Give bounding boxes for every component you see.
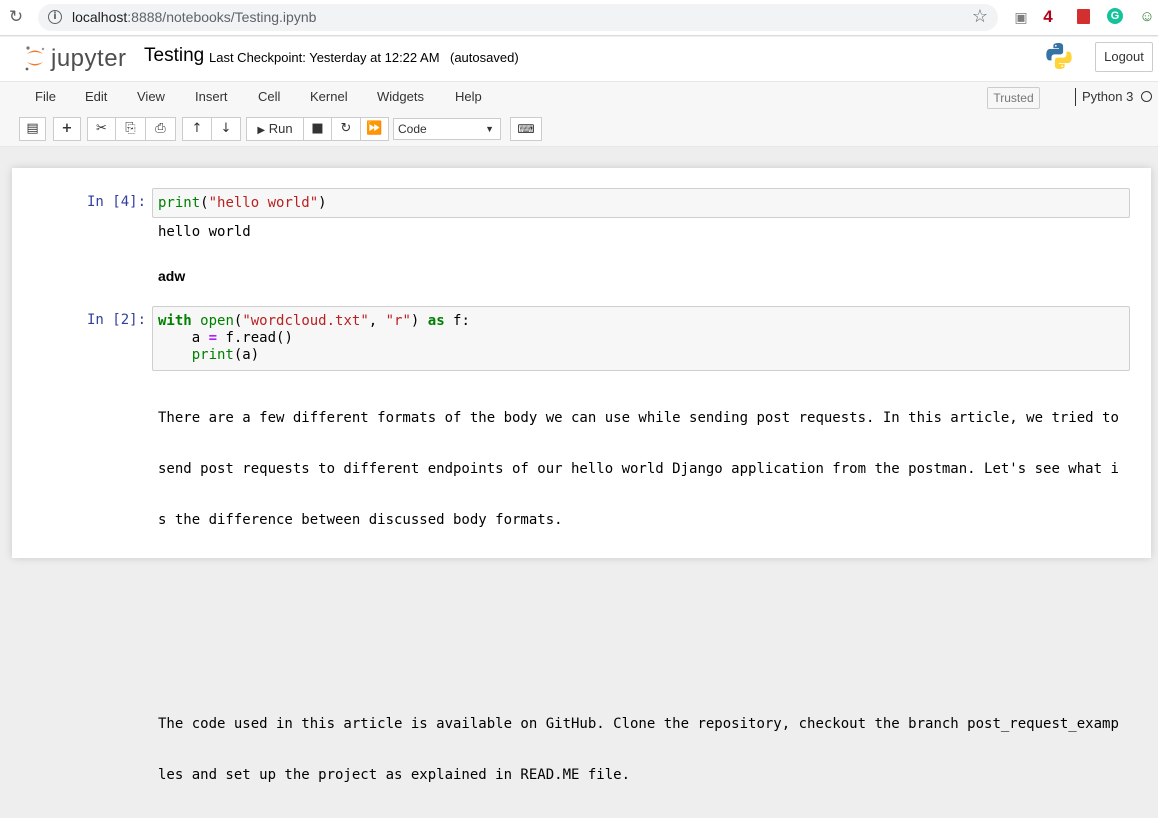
menu-cell[interactable]: Cell [258, 89, 280, 104]
code-line[interactable]: a = f.read() [158, 330, 293, 347]
output-line: The code used in this article is availab… [158, 716, 1119, 732]
cell-type-select[interactable]: Code ▼ [393, 118, 501, 140]
code-line[interactable]: print("hello world") [158, 195, 327, 212]
bookmark-star-icon[interactable]: ☆ [972, 6, 988, 27]
menu-edit[interactable]: Edit [85, 89, 107, 104]
camera-icon[interactable]: ▣ [1012, 8, 1030, 26]
extension-badge[interactable]: 4 [1040, 8, 1056, 26]
reload-icon[interactable]: ↻ [6, 7, 26, 27]
keyboard-icon[interactable]: ⌨ [510, 117, 542, 141]
output-line: send post requests to different endpoint… [158, 461, 1119, 477]
autosave-status: (autosaved) [450, 50, 519, 65]
jupyter-logo-icon [25, 46, 45, 71]
logout-button[interactable]: Logout [1095, 42, 1153, 72]
code-line[interactable]: print(a) [158, 347, 259, 364]
cut-icon[interactable]: ✂ [87, 117, 116, 141]
menu-insert[interactable]: Insert [195, 89, 228, 104]
restart-run-all-icon[interactable]: ⏩ [360, 117, 389, 141]
cell-output: There are a few different formats of the… [158, 376, 1119, 818]
code-line[interactable]: with open("wordcloud.txt", "r") as f: [158, 313, 470, 330]
kernel-idle-icon [1141, 91, 1152, 102]
jupyter-logo[interactable]: jupyter [22, 42, 134, 74]
cell-prompt: In [4]: [87, 194, 147, 210]
person-extension-icon[interactable]: ☺ [1138, 8, 1156, 26]
notebook-header: jupyter Testing Last Checkpoint: Yesterd… [0, 37, 1158, 81]
notebook-container: In [4]: print("hello world") hello world… [12, 168, 1151, 783]
cell-prompt: In [2]: [87, 312, 147, 328]
restart-icon[interactable]: ↻ [331, 117, 361, 141]
chevron-down-icon: ▼ [485, 124, 494, 134]
code-cell-input[interactable]: with open("wordcloud.txt", "r") as f: a … [152, 306, 1130, 371]
copy-icon[interactable]: ⎘ [115, 117, 146, 141]
grammarly-icon[interactable]: G [1107, 8, 1125, 26]
menu-file[interactable]: File [35, 89, 56, 104]
paste-icon[interactable]: ⎙ [145, 117, 176, 141]
notebook-toolbar: ▤ + ✂ ⎘ ⎙ ↑ ↓ ▶ Run ■ ↻ ⏩ Code ▼ ⌨ [0, 113, 1158, 147]
menubar: File Edit View Insert Cell Kernel Widget… [0, 81, 1158, 113]
cell-output: hello world [158, 224, 251, 240]
menu-help[interactable]: Help [455, 89, 482, 104]
cell-type-value: Code [398, 122, 427, 136]
menu-view[interactable]: View [137, 89, 165, 104]
url-text[interactable]: localhost:8888/notebooks/Testing.ipynb [72, 9, 316, 25]
jupyter-wordmark: jupyter [51, 45, 127, 72]
play-icon: ▶ [257, 125, 266, 136]
move-up-icon[interactable]: ↑ [182, 117, 212, 141]
checkpoint-status: Last Checkpoint: Yesterday at 12:22 AM [209, 50, 440, 65]
notebook-title[interactable]: Testing [144, 45, 204, 67]
markdown-cell[interactable]: adw [158, 268, 185, 284]
trusted-indicator[interactable]: Trusted [987, 87, 1040, 109]
info-icon[interactable]: i [48, 10, 62, 24]
insert-cell-icon[interactable]: + [53, 117, 81, 141]
kernel-name: Python 3 [1082, 89, 1134, 104]
book-extension-icon[interactable] [1075, 8, 1091, 26]
browser-toolbar: ↻ i localhost:8888/notebooks/Testing.ipy… [0, 0, 1158, 36]
python-logo-icon [1046, 43, 1072, 69]
menu-kernel[interactable]: Kernel [310, 89, 348, 104]
output-line: les and set up the project as explained … [158, 767, 631, 783]
move-down-icon[interactable]: ↓ [211, 117, 241, 141]
address-bar[interactable]: i localhost:8888/notebooks/Testing.ipynb… [38, 4, 998, 31]
save-icon[interactable]: ▤ [19, 117, 46, 141]
run-label: Run [268, 121, 293, 136]
run-button[interactable]: ▶ Run [246, 117, 304, 141]
output-line: s the difference between discussed body … [158, 512, 563, 528]
menu-widgets[interactable]: Widgets [377, 89, 424, 104]
kernel-divider [1075, 88, 1076, 106]
interrupt-icon[interactable]: ■ [303, 117, 332, 141]
code-cell-input[interactable]: print("hello world") [152, 188, 1130, 218]
output-line: There are a few different formats of the… [158, 410, 1119, 426]
